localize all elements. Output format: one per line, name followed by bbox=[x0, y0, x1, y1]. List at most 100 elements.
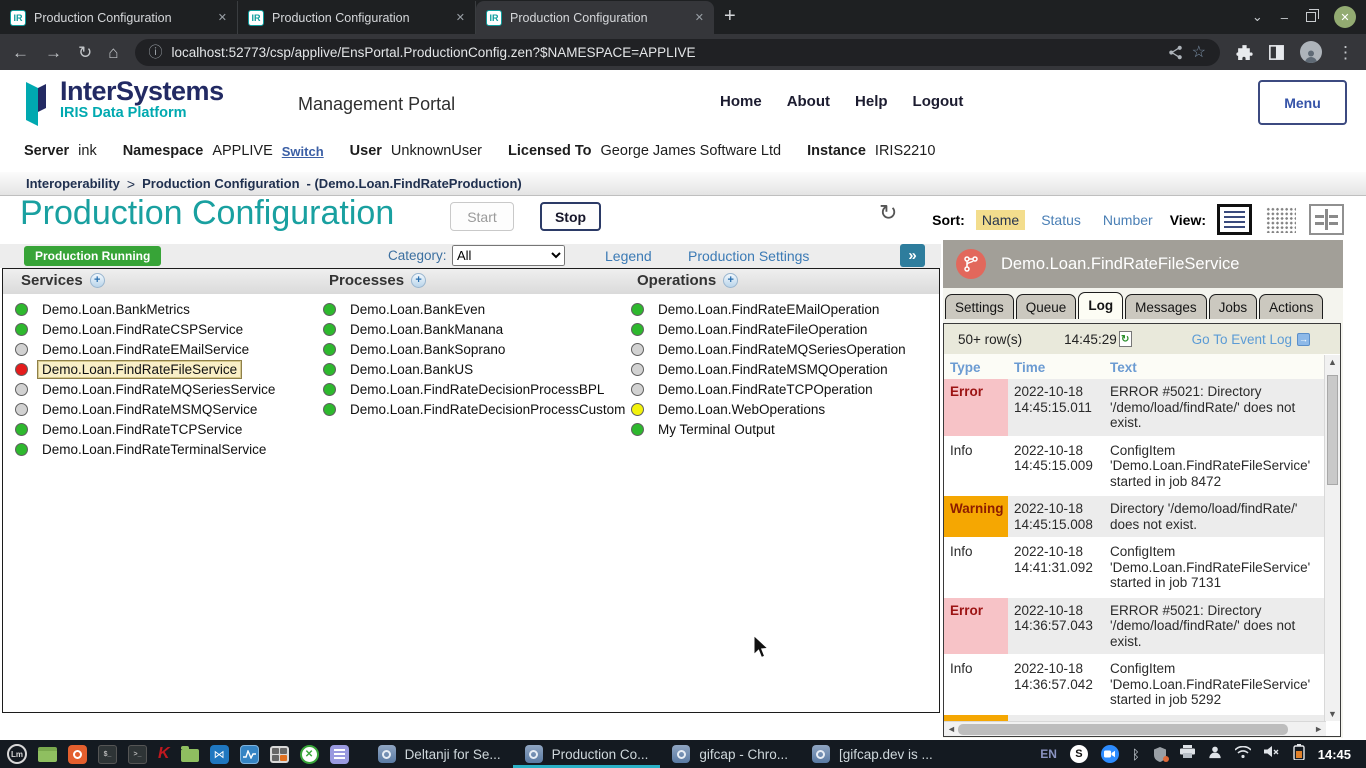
mint-menu-icon[interactable]: Lm bbox=[7, 744, 27, 764]
user-accounts-icon[interactable] bbox=[1208, 745, 1222, 764]
service-item[interactable]: Demo.Loan.FindRateMSMQService bbox=[15, 399, 280, 419]
operation-name[interactable]: Demo.Loan.FindRateMSMQOperation bbox=[653, 360, 893, 379]
printer-icon[interactable] bbox=[1180, 745, 1195, 763]
wifi-icon[interactable] bbox=[1235, 745, 1251, 763]
process-item[interactable]: Demo.Loan.FindRateDecisionProcessCustom bbox=[323, 399, 630, 419]
file-manager-icon[interactable] bbox=[38, 747, 57, 762]
operation-item[interactable]: Demo.Loan.FindRateEMailOperation bbox=[631, 299, 911, 319]
bluetooth-icon[interactable]: ᛒ bbox=[1132, 747, 1140, 762]
operation-name[interactable]: Demo.Loan.WebOperations bbox=[653, 400, 830, 419]
taskbar-window-button[interactable]: Production Co... bbox=[513, 740, 661, 768]
service-name[interactable]: Demo.Loan.FindRateMQSeriesService bbox=[37, 380, 280, 399]
operation-name[interactable]: Demo.Loan.FindRateTCPOperation bbox=[653, 380, 878, 399]
sort-option[interactable]: Status bbox=[1035, 210, 1087, 230]
service-name[interactable]: Demo.Loan.FindRateTCPService bbox=[37, 420, 247, 439]
restore-button[interactable] bbox=[1306, 12, 1316, 22]
service-name[interactable]: Demo.Loan.BankMetrics bbox=[37, 300, 195, 319]
detail-tab[interactable]: Jobs bbox=[1209, 294, 1258, 319]
operation-name[interactable]: Demo.Loan.FindRateMQSeriesOperation bbox=[653, 340, 911, 359]
process-name[interactable]: Demo.Loan.BankUS bbox=[345, 360, 478, 379]
operation-item[interactable]: Demo.Loan.FindRateFileOperation bbox=[631, 319, 911, 339]
process-name[interactable]: Demo.Loan.BankManana bbox=[345, 320, 508, 339]
new-tab-button[interactable]: + bbox=[724, 5, 736, 28]
legend-link[interactable]: Legend bbox=[605, 248, 652, 264]
shield-update-icon[interactable] bbox=[1153, 747, 1167, 762]
process-item[interactable]: Demo.Loan.BankUS bbox=[323, 359, 630, 379]
portal-nav-link[interactable]: About bbox=[787, 93, 830, 110]
operation-name[interactable]: Demo.Loan.FindRateEMailOperation bbox=[653, 300, 884, 319]
system-monitor-icon[interactable] bbox=[240, 745, 259, 764]
service-item[interactable]: Demo.Loan.FindRateCSPService bbox=[15, 319, 280, 339]
detail-tab[interactable]: Settings bbox=[945, 294, 1014, 319]
scroll-up-icon[interactable]: ▲ bbox=[1328, 357, 1337, 367]
browser-tab[interactable]: IR Production Configuration ✕ bbox=[238, 1, 476, 34]
terminal-icon[interactable]: $_ bbox=[98, 745, 117, 764]
production-settings-link[interactable]: Production Settings bbox=[688, 248, 809, 264]
operation-name[interactable]: Demo.Loan.FindRateFileOperation bbox=[653, 320, 872, 339]
view-list-icon[interactable] bbox=[1217, 204, 1252, 235]
close-window-button[interactable]: ✕ bbox=[1334, 6, 1356, 28]
service-item[interactable]: Demo.Loan.FindRateTerminalService bbox=[15, 439, 280, 459]
process-name[interactable]: Demo.Loan.BankSoprano bbox=[345, 340, 510, 359]
language-indicator[interactable]: EN bbox=[1040, 747, 1057, 761]
forward-icon[interactable]: → bbox=[45, 44, 62, 61]
orange-app-icon[interactable] bbox=[68, 745, 87, 764]
url-text[interactable]: localhost:52773/csp/applive/EnsPortal.Pr… bbox=[172, 45, 1159, 60]
home-icon[interactable]: ⌂ bbox=[108, 44, 118, 61]
process-item[interactable]: Demo.Loan.BankEven bbox=[323, 299, 630, 319]
taskbar-window-button[interactable]: gifcap - Chro... bbox=[660, 740, 800, 768]
extensions-puzzle-icon[interactable] bbox=[1236, 44, 1253, 61]
portal-nav-link[interactable]: Help bbox=[855, 93, 888, 110]
taskbar-clock[interactable]: 14:45 bbox=[1318, 747, 1351, 762]
vertical-scroll-thumb[interactable] bbox=[1327, 375, 1338, 485]
browser-tab[interactable]: IR Production Configuration ✕ bbox=[476, 1, 714, 34]
add-operation-button[interactable]: + bbox=[723, 273, 738, 288]
service-name[interactable]: Demo.Loan.FindRateTerminalService bbox=[37, 440, 271, 459]
browser-menu-kebab-icon[interactable]: ⋮ bbox=[1337, 44, 1354, 61]
operation-item[interactable]: Demo.Loan.FindRateMQSeriesOperation bbox=[631, 339, 911, 359]
horizontal-scroll-thumb[interactable] bbox=[958, 724, 1288, 735]
service-name[interactable]: Demo.Loan.FindRateEMailService bbox=[37, 340, 254, 359]
detail-tab[interactable]: Messages bbox=[1125, 294, 1207, 319]
tab-search-chevron-icon[interactable]: ⌄ bbox=[1252, 9, 1263, 25]
share-icon[interactable] bbox=[1168, 45, 1183, 60]
tab-close-icon[interactable]: ✕ bbox=[695, 11, 704, 24]
stop-button[interactable]: Stop bbox=[540, 202, 601, 231]
operation-item[interactable]: Demo.Loan.FindRateTCPOperation bbox=[631, 379, 911, 399]
switch-link[interactable]: Switch bbox=[282, 144, 324, 159]
operation-name[interactable]: My Terminal Output bbox=[653, 420, 780, 439]
sort-option[interactable]: Number bbox=[1097, 210, 1159, 230]
green-x-app-icon[interactable]: ✕ bbox=[300, 745, 319, 764]
volume-muted-icon[interactable] bbox=[1264, 745, 1280, 763]
back-icon[interactable]: ← bbox=[12, 44, 29, 61]
scroll-left-icon[interactable]: ◄ bbox=[947, 724, 956, 734]
expand-panel-button[interactable]: » bbox=[900, 244, 925, 267]
terminal-alt-icon[interactable]: >_ bbox=[128, 745, 147, 764]
view-split-icon[interactable] bbox=[1309, 204, 1344, 235]
add-service-button[interactable]: + bbox=[90, 273, 105, 288]
detail-tab[interactable]: Queue bbox=[1016, 294, 1077, 319]
bookmark-star-icon[interactable]: ☆ bbox=[1192, 42, 1206, 62]
battery-icon[interactable] bbox=[1293, 744, 1305, 765]
skype-tray-icon[interactable]: S bbox=[1070, 745, 1088, 763]
profile-avatar[interactable] bbox=[1300, 41, 1322, 63]
taskbar-window-button[interactable]: Deltanji for Se... bbox=[366, 740, 513, 768]
log-refresh-icon[interactable]: ↻ bbox=[1119, 331, 1132, 347]
calculator-icon[interactable] bbox=[270, 746, 289, 763]
portal-nav-link[interactable]: Home bbox=[720, 93, 762, 110]
browser-tab[interactable]: IR Production Configuration ✕ bbox=[0, 1, 238, 34]
process-name[interactable]: Demo.Loan.FindRateDecisionProcessBPL bbox=[345, 380, 609, 399]
breadcrumb-root[interactable]: Interoperability bbox=[26, 176, 120, 191]
red-app-icon[interactable]: K bbox=[158, 745, 170, 763]
folder-icon[interactable] bbox=[181, 749, 199, 762]
process-name[interactable]: Demo.Loan.BankEven bbox=[345, 300, 490, 319]
taskbar-window-button[interactable]: [gifcap.dev is ... bbox=[800, 740, 945, 768]
view-grid-icon[interactable] bbox=[1263, 204, 1298, 235]
reload-icon[interactable]: ↻ bbox=[78, 44, 92, 61]
minimize-button[interactable]: – bbox=[1281, 10, 1288, 25]
process-item[interactable]: Demo.Loan.BankManana bbox=[323, 319, 630, 339]
site-info-icon[interactable]: ⓘ bbox=[149, 42, 163, 62]
log-vertical-scrollbar[interactable]: ▲ ▼ bbox=[1324, 355, 1340, 721]
portal-nav-link[interactable]: Logout bbox=[913, 93, 964, 110]
service-name[interactable]: Demo.Loan.FindRateFileService bbox=[37, 360, 242, 379]
